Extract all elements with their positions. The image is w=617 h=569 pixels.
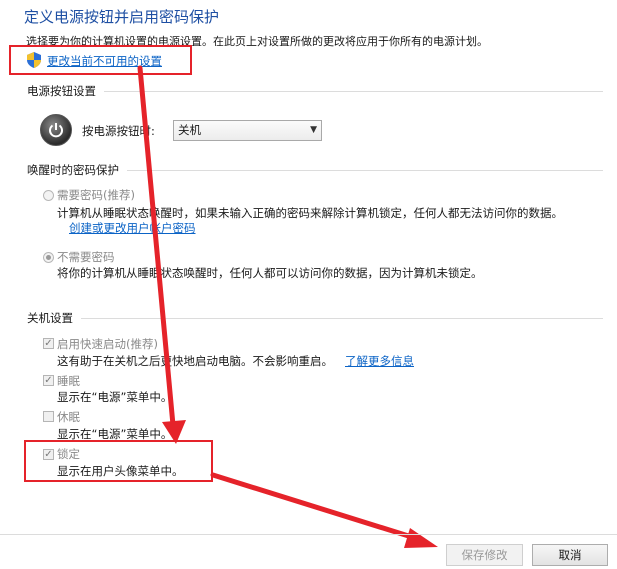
save-changes-button[interactable]: 保存修改	[446, 544, 523, 566]
footer-divider	[0, 534, 617, 535]
cancel-button[interactable]: 取消	[532, 544, 608, 566]
annotation-arrow-right	[210, 472, 418, 541]
annotation-arrow-down	[137, 65, 176, 428]
annotation-arrows	[137, 65, 438, 548]
annotation-arrowhead-down	[162, 420, 186, 444]
annotation-arrowhead-right	[404, 528, 438, 548]
